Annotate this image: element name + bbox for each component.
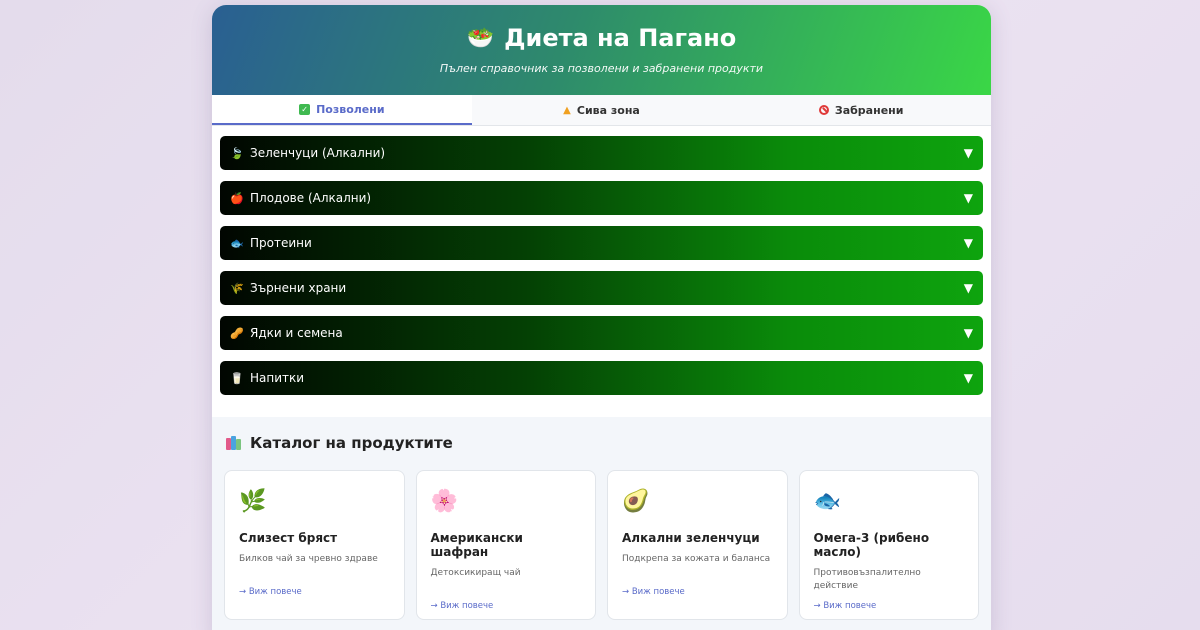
see-more-link[interactable]: → Виж повече bbox=[431, 601, 582, 611]
product-grid: 🌿 Слизест бряст Билков чай за чревно здр… bbox=[224, 470, 979, 620]
peanut-icon: 🥜 bbox=[230, 326, 244, 340]
see-more-link[interactable]: → Виж повече bbox=[622, 587, 773, 597]
ban-icon bbox=[818, 105, 829, 115]
flower-icon: 🌸 bbox=[430, 489, 458, 514]
accordion-vegetables[interactable]: 🍃 Зеленчуци (Алкални) ▼ bbox=[220, 136, 983, 170]
page-title: 🥗 Диета на Пагано bbox=[212, 24, 991, 52]
category-accordion: 🍃 Зеленчуци (Алкални) ▼ 🍎 Плодове (Алкал… bbox=[212, 126, 991, 395]
product-name: Американски шафран bbox=[430, 531, 523, 559]
product-name: Омега-3 (рибено масло) bbox=[813, 531, 930, 559]
catalog-title: Каталог на продуктите bbox=[224, 434, 979, 452]
accordion-label: Плодове (Алкални) bbox=[250, 191, 372, 205]
see-more-link[interactable]: → Виж повече bbox=[814, 601, 965, 611]
catalog-title-text: Каталог на продуктите bbox=[250, 434, 453, 452]
salad-bowl-icon: 🥗 bbox=[466, 25, 495, 51]
accordion-grains[interactable]: 🌾 Зърнени храни ▼ bbox=[220, 271, 983, 305]
tab-allowed[interactable]: ✓ Позволени bbox=[212, 95, 472, 125]
chevron-down-icon: ▼ bbox=[963, 146, 973, 160]
accordion-nuts[interactable]: 🥜 Ядки и семена ▼ bbox=[220, 316, 983, 350]
apple-icon: 🍎 bbox=[230, 191, 244, 205]
tab-bar: ✓ Позволени ▲ Сива зона Забранени bbox=[212, 95, 991, 126]
chevron-down-icon: ▼ bbox=[963, 236, 973, 250]
accordion-label: Зърнени храни bbox=[250, 281, 347, 295]
warning-icon: ▲ bbox=[563, 104, 571, 116]
fish-icon: 🐟 bbox=[813, 489, 841, 514]
product-name: Слизест бряст bbox=[239, 531, 338, 545]
main-card: 🥗 Диета на Пагано Пълен справочник за по… bbox=[212, 5, 991, 630]
product-card[interactable]: 🌿 Слизест бряст Билков чай за чревно здр… bbox=[224, 470, 405, 620]
page-subtitle: Пълен справочник за позволени и забранен… bbox=[439, 62, 764, 75]
chevron-down-icon: ▼ bbox=[963, 371, 973, 385]
product-description: Подкрепа за кожата и баланса bbox=[622, 554, 771, 564]
chevron-down-icon: ▼ bbox=[963, 326, 973, 340]
herb-icon: 🌿 bbox=[239, 489, 267, 514]
product-description: Противовъзпалително действие bbox=[813, 568, 921, 591]
product-card[interactable]: 🐟 Омега-3 (рибено масло) Противовъзпалит… bbox=[798, 470, 979, 620]
accordion-proteins[interactable]: 🐟 Протеини ▼ bbox=[220, 226, 983, 260]
books-icon bbox=[226, 436, 242, 450]
fish-icon: 🐟 bbox=[230, 236, 244, 250]
chevron-down-icon: ▼ bbox=[963, 191, 973, 205]
leaf-icon: 🍃 bbox=[230, 146, 244, 160]
avocado-icon: 🥑 bbox=[622, 489, 650, 514]
tab-forbidden[interactable]: Забранени bbox=[731, 95, 991, 125]
product-description: Билков чай за чревно здраве bbox=[239, 554, 378, 564]
chevron-down-icon: ▼ bbox=[963, 281, 973, 295]
header: 🥗 Диета на Пагано Пълен справочник за по… bbox=[212, 5, 991, 95]
tab-label: Позволени bbox=[316, 102, 385, 116]
product-description: Детоксикиращ чай bbox=[430, 568, 521, 578]
tab-gray-zone[interactable]: ▲ Сива зона bbox=[472, 95, 732, 125]
cup-icon: 🥛 bbox=[230, 371, 244, 385]
accordion-label: Ядки и семена bbox=[250, 326, 343, 340]
title-text: Диета на Пагано bbox=[504, 24, 737, 52]
product-card[interactable]: 🌸 Американски шафран Детоксикиращ чай → … bbox=[415, 470, 596, 620]
product-name: Алкални зеленчуци bbox=[622, 531, 760, 545]
tab-label: Забранени bbox=[834, 103, 904, 117]
product-card[interactable]: 🥑 Алкални зеленчуци Подкрепа за кожата и… bbox=[607, 470, 788, 620]
product-catalog: Каталог на продуктите 🌿 Слизест бряст Би… bbox=[212, 417, 991, 630]
accordion-label: Зеленчуци (Алкални) bbox=[250, 146, 386, 160]
checkmark-icon: ✓ bbox=[299, 103, 311, 115]
accordion-label: Напитки bbox=[250, 371, 305, 385]
accordion-label: Протеини bbox=[250, 236, 312, 250]
accordion-fruits[interactable]: 🍎 Плодове (Алкални) ▼ bbox=[220, 181, 983, 215]
tab-label: Сива зона bbox=[576, 103, 640, 117]
grain-icon: 🌾 bbox=[230, 281, 244, 295]
see-more-link[interactable]: → Виж повече bbox=[239, 587, 390, 597]
accordion-drinks[interactable]: 🥛 Напитки ▼ bbox=[220, 361, 983, 395]
